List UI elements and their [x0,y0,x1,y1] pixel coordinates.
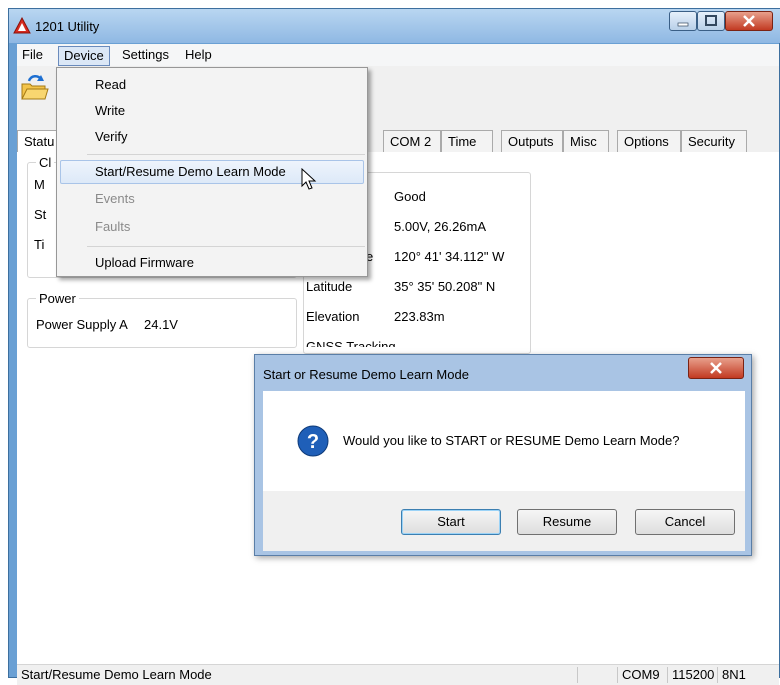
tab-time[interactable]: Time [441,130,493,152]
status-port: COM9 [617,667,668,683]
title-bar[interactable]: 1201 Utility [9,9,780,43]
clock-row-label: M [34,177,45,192]
power-group: Power Power Supply A 24.1V [27,291,297,348]
gnss-power-value: 5.00V, 26.26mA [394,219,487,234]
tab-options[interactable]: Options [617,130,681,152]
dialog-message: Would you like to START or RESUME Demo L… [343,433,680,448]
status-baud: 115200 [667,667,722,683]
power-supply-value: 24.1V [144,317,178,332]
latitude-value: 35° 35' 50.208" N [394,279,496,294]
close-button[interactable] [725,11,773,31]
device-dropdown-menu: Read Write Verify Start/Resume Demo Lear… [56,67,368,277]
app-warning-icon [13,17,31,34]
clock-group-label: Cl [36,155,55,170]
tab-misc[interactable]: Misc [563,130,609,152]
menu-help[interactable]: Help [180,46,217,64]
menu-separator [87,154,365,155]
start-resume-dialog: Start or Resume Demo Learn Mode ? Would … [254,354,752,556]
tab-outputs[interactable]: Outputs [501,130,563,152]
question-icon: ? [297,425,329,457]
menu-item-faults: Faults [95,219,131,234]
clock-row-label: St [34,207,47,222]
minimize-button[interactable] [669,11,697,31]
dialog-close-button[interactable] [688,357,744,379]
dialog-title: Start or Resume Demo Learn Mode [263,367,469,382]
gnss-status-value: Good [394,189,426,204]
menu-file[interactable]: File [17,46,48,64]
start-button[interactable]: Start [401,509,501,535]
menu-bar: File Device Settings Help [17,44,779,66]
power-group-label: Power [36,291,79,306]
status-text: Start/Resume Demo Learn Mode [21,667,212,682]
mouse-cursor-icon [301,168,317,190]
elevation-value: 223.83m [394,309,445,324]
menu-settings[interactable]: Settings [117,46,174,64]
status-format: 8N1 [717,667,762,683]
dialog-body: ? Would you like to START or RESUME Demo… [263,391,745,551]
dialog-footer: Start Resume Cancel [263,491,745,551]
menu-item-read[interactable]: Read [95,74,126,96]
tab-security[interactable]: Security [681,130,747,152]
status-bar: Start/Resume Demo Learn Mode COM9 115200… [17,664,779,685]
open-folder-icon[interactable] [19,72,49,102]
clock-row-label: Ti [34,237,45,252]
close-icon [743,15,755,27]
window-title: 1201 Utility [35,19,100,34]
latitude-label: Latitude [306,279,353,294]
elevation-label: Elevation [306,309,360,324]
longitude-value: 120° 41' 34.112" W [394,249,505,264]
menu-item-events: Events [95,191,135,206]
menu-device[interactable]: Device [58,46,110,66]
menu-item-write[interactable]: Write [95,100,125,122]
maximize-button[interactable] [697,11,725,31]
power-supply-label: Power Supply A [36,317,128,332]
cancel-button[interactable]: Cancel [635,509,735,535]
status-empty-cell [577,667,622,683]
resume-button[interactable]: Resume [517,509,617,535]
menu-item-verify[interactable]: Verify [95,126,128,148]
menu-item-start-demo[interactable]: Start/Resume Demo Learn Mode [95,161,286,183]
maximize-icon [705,15,717,26]
gnss-tracking-label: GNSS Tracking [306,339,396,347]
menu-item-upload-firmware[interactable]: Upload Firmware [95,252,194,274]
svg-text:?: ? [307,431,319,453]
minimize-icon [677,22,689,27]
menu-separator [87,246,365,247]
tab-com2[interactable]: COM 2 [383,130,441,152]
close-icon [710,362,722,374]
